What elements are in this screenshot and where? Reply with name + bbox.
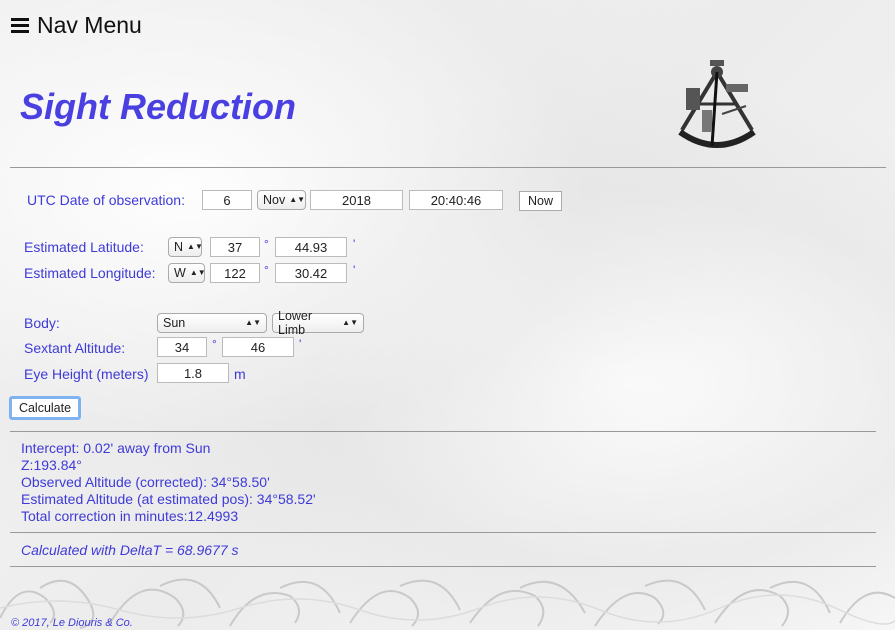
- utc-month-select[interactable]: Nov ▲▼: [257, 190, 306, 210]
- eye-height-field[interactable]: [157, 363, 229, 383]
- result-azimuth: Z:193.84°: [21, 457, 82, 473]
- longitude-hemisphere-select[interactable]: W ▲▼: [168, 263, 206, 283]
- result-intercept: Intercept: 0.02' away from Sun: [21, 440, 211, 456]
- body-select[interactable]: Sun ▲▼: [157, 313, 267, 333]
- header-divider: [10, 167, 886, 168]
- latitude-label: Estimated Latitude:: [24, 239, 144, 255]
- latitude-hemisphere-value: N: [174, 240, 184, 254]
- latitude-minute-symbol: ': [353, 237, 356, 251]
- result-total-correction: Total correction in minutes:12.4993: [21, 508, 239, 524]
- sextant-altitude-label: Sextant Altitude:: [24, 340, 126, 356]
- longitude-minute-symbol: ': [353, 263, 356, 277]
- results-divider-bottom: [10, 566, 876, 567]
- now-button[interactable]: Now: [519, 191, 562, 211]
- utc-time-field[interactable]: [409, 190, 503, 210]
- longitude-label: Estimated Longitude:: [24, 265, 156, 281]
- sextant-minutes-field[interactable]: [222, 337, 294, 357]
- calculate-button[interactable]: Calculate: [9, 396, 81, 420]
- results-divider-top: [10, 431, 876, 432]
- eye-height-label: Eye Height (meters): [24, 366, 149, 382]
- limb-select[interactable]: Lower Limb ▲▼: [272, 309, 364, 337]
- longitude-minutes-field[interactable]: [275, 263, 347, 283]
- utc-month-value: Nov: [263, 193, 286, 207]
- page-title: Sight Reduction: [20, 86, 296, 127]
- deltat-note: Calculated with DeltaT = 68.9677 s: [21, 542, 239, 558]
- copyright-text: © 2017, Le Diouris & Co.: [11, 617, 133, 629]
- select-arrows-icon: ▲▼: [342, 318, 358, 327]
- body-value: Sun: [163, 316, 186, 330]
- select-arrows-icon: ▲▼: [245, 318, 261, 327]
- utc-year-field[interactable]: [310, 190, 403, 210]
- utc-date-label: UTC Date of observation:: [27, 192, 185, 208]
- select-arrows-icon: ▲▼: [289, 195, 306, 204]
- sextant-degrees-field[interactable]: [157, 337, 207, 357]
- hamburger-icon: [11, 15, 29, 36]
- latitude-degree-symbol: °: [264, 237, 269, 251]
- longitude-degrees-field[interactable]: [210, 263, 260, 283]
- sextant-logo: [678, 60, 756, 148]
- result-estimated-altitude: Estimated Altitude (at estimated pos): 3…: [21, 491, 316, 507]
- latitude-minutes-field[interactable]: [275, 237, 347, 257]
- eye-height-unit: m: [234, 366, 246, 382]
- result-observed-altitude: Observed Altitude (corrected): 34°58.50': [21, 474, 270, 490]
- latitude-hemisphere-select[interactable]: N ▲▼: [168, 237, 203, 257]
- nav-menu-label: Nav Menu: [37, 12, 142, 38]
- waves-decoration: [0, 578, 895, 629]
- longitude-hemisphere-value: W: [174, 266, 186, 280]
- select-arrows-icon: ▲▼: [189, 268, 206, 277]
- sextant-degree-symbol: °: [212, 337, 217, 351]
- latitude-degrees-field[interactable]: [210, 237, 260, 257]
- sextant-minute-symbol: ': [299, 337, 302, 351]
- utc-day-field[interactable]: [202, 190, 252, 210]
- select-arrows-icon: ▲▼: [187, 242, 203, 251]
- longitude-degree-symbol: °: [264, 263, 269, 277]
- limb-value: Lower Limb: [278, 309, 313, 337]
- nav-menu-button[interactable]: Nav Menu: [11, 12, 142, 39]
- results-divider-middle: [10, 532, 876, 533]
- body-label: Body:: [24, 315, 60, 331]
